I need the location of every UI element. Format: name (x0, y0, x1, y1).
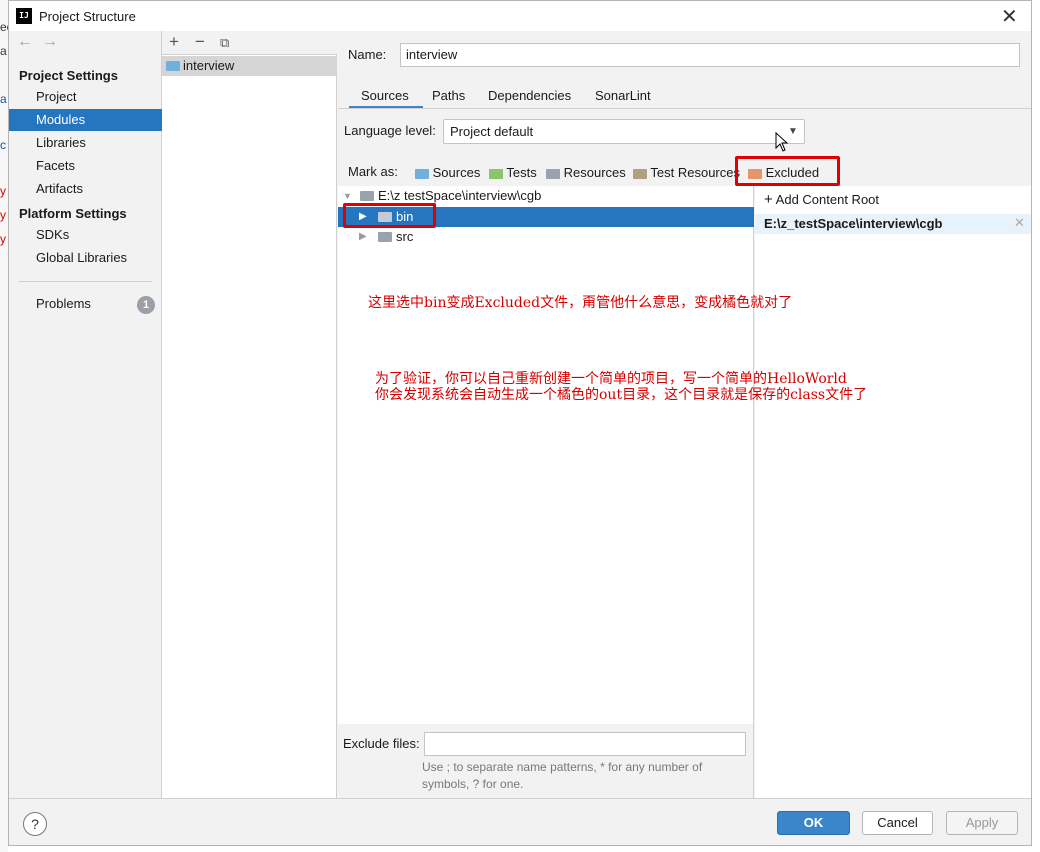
name-label: Name: (348, 47, 387, 62)
intellij-app-icon: IJ (16, 8, 32, 24)
tree-item-label: src (396, 229, 414, 244)
language-level-label: Language level: (344, 123, 436, 138)
exclude-files-label: Exclude files: (343, 736, 420, 751)
add-icon[interactable]: + (169, 32, 179, 52)
folder-icon (378, 232, 392, 242)
plus-icon: + (764, 191, 773, 208)
mark-resources-button[interactable]: Resources (546, 165, 626, 180)
ok-button[interactable]: OK (777, 811, 850, 835)
collapsed-triangle-icon: ▶ (359, 231, 367, 242)
dropdown-arrow-icon: ▼ (788, 126, 798, 137)
content-roots-panel: + Add Content Root E:\z_testSpace\interv… (755, 186, 1031, 798)
sidebar-divider (19, 281, 152, 282)
annotation-note-3: 你会发现系统会自动生成一个橘色的out目录，这个目录就是保存的class文件了 (375, 387, 868, 403)
add-content-root-label: Add Content Root (775, 192, 880, 207)
bin-highlight-box (343, 203, 436, 228)
bg-fragment: a (0, 44, 7, 58)
tabs-divider (338, 108, 1031, 109)
sidebar-item-artifacts[interactable]: Artifacts (9, 178, 162, 200)
sidebar-item-libraries[interactable]: Libraries (9, 132, 162, 154)
project-structure-dialog: IJ Project Structure ✕ ← → Project Setti… (8, 0, 1032, 846)
annotation-note-1: 这里选中bin变成Excluded文件，甭管他什么意思，变成橘色就对了 (368, 295, 793, 311)
add-content-root-button[interactable]: + Add Content Root (764, 191, 879, 208)
mark-tests-label: Tests (506, 165, 537, 180)
sidebar-item-sdks[interactable]: SDKs (9, 224, 162, 246)
language-level-value: Project default (450, 124, 534, 139)
window-title: Project Structure (39, 9, 136, 24)
excluded-highlight-box (735, 156, 840, 186)
content-root-path: E:\z_testSpace\interview\cgb (764, 216, 943, 231)
mark-resources-label: Resources (563, 165, 626, 180)
mark-test-resources-label: Test Resources (650, 165, 740, 180)
tab-paths[interactable]: Paths (432, 88, 465, 103)
help-button[interactable]: ? (23, 812, 47, 836)
background-ide-strip: ec a a c y y y (0, 0, 13, 852)
module-settings-panel: Name: interview Sources Paths Dependenci… (338, 31, 1031, 798)
tree-row-src[interactable]: ▶ src (338, 227, 754, 247)
sidebar-item-global-libraries[interactable]: Global Libraries (9, 247, 162, 269)
mark-as-label: Mark as: (348, 164, 398, 179)
settings-sidebar: ← → Project Settings Project Modules Lib… (9, 31, 162, 798)
exclude-files-input[interactable] (424, 732, 746, 756)
copy-icon[interactable]: ⧉ (220, 35, 229, 51)
mark-sources-label: Sources (432, 165, 481, 180)
bg-fragment: y (0, 208, 6, 222)
exclude-files-section: Exclude files: Use ; to separate name pa… (338, 724, 754, 798)
test-resources-folder-icon (633, 168, 647, 179)
dialog-footer: ? OK Cancel Apply (9, 798, 1031, 845)
tests-folder-icon (489, 168, 503, 179)
module-name-input[interactable]: interview (400, 43, 1020, 67)
module-list-item[interactable]: interview (162, 56, 337, 76)
mark-sources-button[interactable]: Sources (415, 165, 480, 180)
module-folder-icon (166, 61, 180, 71)
resources-folder-icon (546, 168, 560, 179)
tab-dependencies[interactable]: Dependencies (488, 88, 571, 103)
remove-icon[interactable]: − (195, 32, 205, 52)
close-icon[interactable]: ✕ (1001, 4, 1018, 29)
apply-button[interactable]: Apply (946, 811, 1018, 835)
folder-icon (360, 191, 374, 201)
tab-sonarlint[interactable]: SonarLint (595, 88, 651, 103)
tab-sources[interactable]: Sources (361, 88, 409, 103)
mark-tests-button[interactable]: Tests (489, 165, 537, 180)
project-settings-heading: Project Settings (19, 68, 118, 83)
title-bar: IJ Project Structure ✕ (9, 1, 1031, 31)
mouse-cursor-icon (775, 132, 789, 152)
sidebar-item-facets[interactable]: Facets (9, 155, 162, 177)
sources-folder-icon (415, 168, 429, 179)
bg-fragment: y (0, 184, 6, 198)
content-tree: ▼ E:\z testSpace\interview\cgb ▶ bin ▶ s… (338, 186, 754, 724)
content-root-item[interactable]: E:\z_testSpace\interview\cgb ✕ (755, 214, 1031, 234)
bg-fragment: a (0, 92, 7, 106)
modules-toolbar: + − ⧉ (162, 31, 337, 55)
remove-root-icon[interactable]: ✕ (1014, 215, 1025, 231)
problems-count-badge: 1 (137, 296, 155, 314)
sidebar-item-project[interactable]: Project (9, 86, 162, 108)
module-name: interview (183, 58, 235, 73)
modules-list-panel: + − ⧉ interview (162, 31, 337, 798)
sidebar-item-modules[interactable]: Modules (9, 109, 162, 131)
language-level-dropdown[interactable]: Project default ▼ (443, 119, 805, 144)
exclude-files-hint: Use ; to separate name patterns, * for a… (422, 760, 703, 791)
bg-fragment: c (0, 138, 6, 152)
bg-fragment: y (0, 232, 6, 246)
mark-test-resources-button[interactable]: Test Resources (633, 165, 740, 180)
back-arrow-icon[interactable]: ← (17, 33, 33, 51)
platform-settings-heading: Platform Settings (19, 206, 127, 221)
cancel-button[interactable]: Cancel (862, 811, 933, 835)
forward-arrow-icon[interactable]: → (42, 33, 58, 51)
